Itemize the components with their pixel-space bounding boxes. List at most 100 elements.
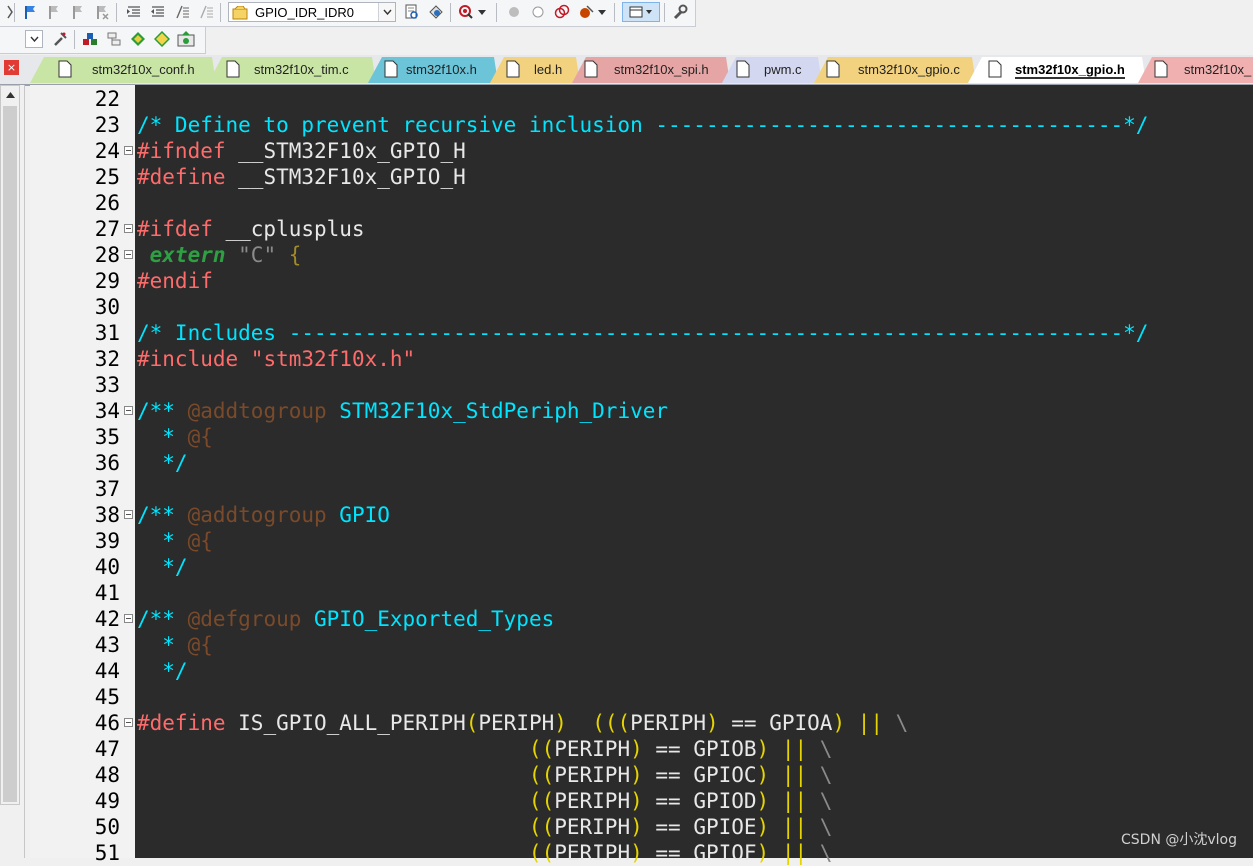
tab-stm32f10x-conf-h[interactable]: stm32f10x_conf.h — [30, 57, 216, 83]
window-layout-button[interactable] — [622, 2, 660, 22]
fold-toggle-icon[interactable] — [124, 406, 133, 415]
paren: ) — [832, 711, 846, 735]
comment-icon[interactable] — [172, 2, 192, 22]
line-number: 30 — [94, 295, 120, 319]
paren: ((( — [566, 711, 631, 735]
line-continuation: \ — [807, 737, 833, 761]
chevron-down-icon[interactable] — [476, 2, 488, 22]
clear-bookmarks-icon[interactable] — [92, 2, 112, 22]
chevron-down-icon[interactable] — [25, 30, 43, 48]
fold-toggle-icon[interactable] — [124, 718, 133, 727]
disable-all-breakpoints-icon[interactable] — [552, 2, 572, 22]
line-number: 38 — [94, 503, 120, 527]
kill-breakpoints-icon[interactable] — [576, 2, 596, 22]
chevron-down-icon[interactable] — [378, 3, 395, 21]
doc-comment: */ — [137, 451, 188, 475]
manage-components-icon[interactable] — [80, 29, 100, 49]
fold-toggle-icon[interactable] — [124, 224, 133, 233]
code-line-27: #ifdef __cplusplus — [137, 216, 365, 242]
macro-param: PERIPH — [554, 815, 631, 839]
doc-tag: @addtogroup — [174, 503, 327, 527]
tab-stm32f10x-gpio-c[interactable]: stm32f10x_gpio.c — [814, 57, 976, 83]
toolbar-separator — [220, 3, 221, 22]
tab-led-h[interactable]: led.h — [490, 57, 580, 83]
tab-stm32f10x-spi-h[interactable]: stm32f10x_spi.h — [572, 57, 730, 83]
project-installer-icon[interactable] — [176, 29, 196, 49]
directive: #include — [137, 347, 239, 371]
operator: == — [642, 841, 681, 865]
find-combo[interactable]: GPIO_IDR_IDR0 — [228, 2, 396, 22]
line-number: 43 — [94, 633, 120, 657]
code-line-40: */ — [137, 554, 187, 580]
indent-icon[interactable] — [124, 2, 144, 22]
tab-stm32f10x-gpio-h[interactable]: stm32f10x_gpio.h — [968, 57, 1146, 83]
paren: ) — [630, 815, 643, 839]
tab-stm32f10x-h[interactable]: stm32f10x.h — [368, 57, 498, 83]
code-line-46: #define IS_GPIO_ALL_PERIPH(PERIPH) (((PE… — [137, 710, 908, 736]
doc-comment: * — [137, 425, 175, 449]
tab-stm32f10x-tim-c[interactable]: stm32f10x_tim.c — [208, 57, 376, 83]
paren: ) — [756, 737, 770, 761]
disable-breakpoint-icon[interactable] — [528, 2, 548, 22]
brace: { — [276, 243, 302, 267]
find-in-files-icon[interactable] — [402, 2, 422, 22]
file-tab-strip: × stm32f10x_conf.h stm32f10x_tim.c stm32… — [0, 55, 1253, 86]
wrench-icon[interactable] — [670, 2, 690, 22]
line-number: 41 — [94, 581, 120, 605]
code-line-38: /** @addtogroup GPIO — [137, 502, 390, 528]
line-number: 31 — [94, 321, 120, 345]
bookmark-flag-icon[interactable] — [20, 2, 40, 22]
chevron-down-icon[interactable] — [596, 2, 608, 22]
pack-installer-icon[interactable] — [152, 29, 172, 49]
doc-comment: /** — [137, 503, 175, 527]
unindent-icon[interactable] — [148, 2, 168, 22]
find-combo-value: GPIO_IDR_IDR0 — [255, 5, 354, 20]
identifier: GPIOE — [680, 815, 757, 839]
uncomment-icon[interactable] — [196, 2, 216, 22]
code-line-44: */ — [137, 658, 187, 684]
tab-stm32f10x-partial[interactable]: stm32f10x_ — [1138, 57, 1253, 83]
chevron-right-icon[interactable] — [0, 2, 20, 22]
fold-toggle-icon[interactable] — [124, 510, 133, 519]
code-line-25: #define __STM32F10x_GPIO_H — [137, 164, 466, 190]
line-number: 23 — [94, 113, 120, 137]
macro-param: PERIPH — [554, 789, 631, 813]
keyword: extern — [137, 243, 226, 267]
prev-bookmark-icon[interactable] — [44, 2, 64, 22]
fold-toggle-icon[interactable] — [124, 614, 133, 623]
document-icon — [58, 60, 72, 82]
line-number: 26 — [94, 191, 120, 215]
toolbar-separator — [496, 3, 497, 22]
fold-toggle-icon[interactable] — [124, 250, 133, 259]
code-line-51: ((PERIPH) == GPIOF) || \ — [137, 840, 833, 866]
select-software-packs-icon[interactable] — [128, 29, 148, 49]
line-number: 35 — [94, 425, 120, 449]
tab-pwm-c[interactable]: pwm.c — [722, 57, 822, 83]
incremental-find-icon[interactable] — [426, 2, 446, 22]
doc-tag: @{ — [174, 633, 213, 657]
scroll-up-icon[interactable] — [1, 86, 19, 104]
main-toolbar: GPIO_IDR_IDR0 — [0, 0, 696, 27]
code-line-36: */ — [137, 450, 188, 476]
close-icon[interactable]: × — [4, 60, 19, 75]
doc-comment: /** — [137, 399, 175, 423]
target-options-icon[interactable] — [50, 29, 70, 49]
paren: (( — [137, 815, 555, 839]
fold-toggle-icon[interactable] — [124, 146, 133, 155]
scroll-thumb[interactable] — [3, 106, 17, 802]
breakpoint-icon[interactable] — [504, 2, 524, 22]
code-line-34: /** @addtogroup STM32F10x_StdPeriph_Driv… — [137, 398, 668, 424]
directive: #define — [137, 165, 226, 189]
line-number: 25 — [94, 165, 120, 189]
document-icon — [736, 60, 750, 82]
operator: || — [845, 711, 884, 735]
debug-session-icon[interactable] — [456, 2, 476, 22]
next-bookmark-icon[interactable] — [68, 2, 88, 22]
file-extensions-icon[interactable] — [104, 29, 124, 49]
watermark: CSDN @小沈vlog — [1121, 832, 1237, 848]
code-line-42: /** @defgroup GPIO_Exported_Types — [137, 606, 554, 632]
tab-label: stm32f10x_gpio.c — [858, 62, 960, 77]
code-line-23: /* Define to prevent recursive inclusion… — [137, 112, 1148, 138]
identifier: GPIOA — [756, 711, 833, 735]
vertical-scrollbar[interactable] — [0, 85, 20, 805]
